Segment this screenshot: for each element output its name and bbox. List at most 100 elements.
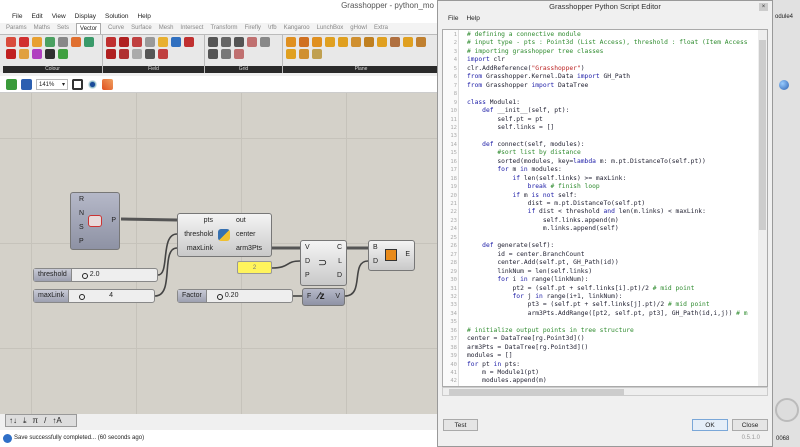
scroll-thumb[interactable] <box>449 389 624 395</box>
tab-curve[interactable]: Curve <box>108 23 124 34</box>
save-icon[interactable] <box>21 78 32 90</box>
tab-lunchbox[interactable]: LunchBox <box>317 23 344 34</box>
component-icon[interactable] <box>377 37 387 47</box>
component-icon[interactable] <box>325 37 335 47</box>
input-port[interactable]: V <box>305 244 310 252</box>
input-port[interactable]: D <box>305 258 310 266</box>
component-icon[interactable] <box>208 37 218 47</box>
component-icon[interactable] <box>234 49 244 59</box>
component-icon[interactable] <box>351 37 361 47</box>
slider-value[interactable]: 0.20 <box>207 290 292 302</box>
input-port[interactable]: P <box>79 238 84 246</box>
sketch-pen-icon[interactable] <box>102 78 113 90</box>
tab-transform[interactable]: Transform <box>210 23 237 34</box>
input-port[interactable]: B <box>373 244 378 252</box>
menu-item-display[interactable]: Display <box>75 11 96 23</box>
preview-eye-icon[interactable] <box>87 78 98 90</box>
bottom-tool-button[interactable]: ↑↓ <box>9 415 17 426</box>
component-icon[interactable] <box>416 37 426 47</box>
tab-ghowl[interactable]: gHowl <box>350 23 367 34</box>
amplitude-component[interactable]: F ⁄z V <box>302 288 345 306</box>
tab-sets[interactable]: Sets <box>57 23 69 34</box>
input-port[interactable]: maxLink <box>187 245 213 253</box>
component-icon[interactable] <box>158 49 168 59</box>
component-icon[interactable] <box>158 37 168 47</box>
menu-item-file[interactable]: File <box>12 11 22 23</box>
menu-item-edit[interactable]: Edit <box>31 11 42 23</box>
input-port[interactable]: D <box>373 258 378 266</box>
component-icon[interactable] <box>119 49 129 59</box>
component-icon[interactable] <box>106 37 116 47</box>
input-port[interactable]: S <box>79 224 84 232</box>
close-button[interactable]: Close <box>732 419 768 431</box>
menu-item-help[interactable]: Help <box>137 11 150 23</box>
component-icon[interactable] <box>299 37 309 47</box>
component-icon[interactable] <box>208 49 218 59</box>
input-port[interactable]: R <box>79 196 84 204</box>
bottom-tool-button[interactable]: / <box>44 415 46 426</box>
component-icon[interactable] <box>312 49 322 59</box>
output-port[interactable]: arm3Pts <box>236 245 262 253</box>
tab-params[interactable]: Params <box>6 23 27 34</box>
component-icon[interactable] <box>403 37 413 47</box>
tab-extra[interactable]: Extra <box>374 23 388 34</box>
component-icon[interactable] <box>58 49 68 59</box>
display-sphere-icon[interactable] <box>779 80 789 90</box>
zoom-dropdown[interactable]: 141% ▾ <box>36 78 68 90</box>
input-port[interactable]: P <box>305 272 310 280</box>
navigation-dial-icon[interactable] <box>775 398 799 422</box>
bottom-tool-button[interactable]: ↑A <box>52 415 61 426</box>
component-icon[interactable] <box>260 37 270 47</box>
slider-value[interactable]: 2.0 <box>72 269 157 281</box>
tab-rfb[interactable]: \rfb <box>268 23 277 34</box>
component-icon[interactable] <box>132 49 142 59</box>
output-port[interactable]: V <box>335 293 340 301</box>
component-icon[interactable] <box>132 37 142 47</box>
input-port[interactable]: F <box>307 293 311 301</box>
component-icon[interactable] <box>58 37 68 47</box>
close-icon[interactable]: × <box>759 3 768 11</box>
component-icon[interactable] <box>390 37 400 47</box>
output-port[interactable]: E <box>405 251 410 259</box>
explode-tree-component[interactable]: B D E <box>368 240 415 271</box>
threshold-slider[interactable]: threshold 2.0 <box>33 268 158 282</box>
tab-maths[interactable]: Maths <box>34 23 50 34</box>
grasshopper-canvas[interactable]: R N S P P pts threshold maxLink out cent… <box>0 93 437 414</box>
component-icon[interactable] <box>364 37 374 47</box>
component-icon[interactable] <box>84 37 94 47</box>
input-port[interactable]: pts <box>204 217 213 225</box>
output-port[interactable]: C <box>337 244 342 252</box>
tab-intersect[interactable]: Intersect <box>180 23 203 34</box>
component-icon[interactable] <box>6 37 16 47</box>
code-editor[interactable]: 1 2 3 4 5 6 7 8 9 10 11 12 13 14 15 16 17 18 19 20 21 22 23 24 2… <box>442 29 768 387</box>
input-port[interactable]: N <box>79 210 84 218</box>
component-icon[interactable] <box>19 37 29 47</box>
component-icon[interactable] <box>6 49 16 59</box>
maxlink-slider[interactable]: maxLink 4 <box>33 289 155 303</box>
editor-menu-help[interactable]: Help <box>466 13 479 24</box>
slider-value[interactable]: 4 <box>69 290 154 302</box>
output-port[interactable]: out <box>236 217 246 225</box>
editor-menu-file[interactable]: File <box>448 13 458 24</box>
bottom-tool-button[interactable]: ⤓ <box>23 415 27 426</box>
output-port[interactable]: D <box>337 272 342 280</box>
tab-vector[interactable]: Vector <box>76 23 102 34</box>
component-icon[interactable] <box>184 37 194 47</box>
open-icon[interactable] <box>6 78 17 90</box>
horizontal-scrollbar[interactable] <box>442 387 768 396</box>
component-icon[interactable] <box>45 49 55 59</box>
test-button[interactable]: Test <box>443 419 478 431</box>
component-icon[interactable] <box>234 37 244 47</box>
component-icon[interactable] <box>32 37 42 47</box>
tab-kangaroo[interactable]: Kangaroo <box>284 23 310 34</box>
component-icon[interactable] <box>45 37 55 47</box>
factor-slider[interactable]: Factor 0.20 <box>177 289 293 303</box>
component-icon[interactable] <box>299 49 309 59</box>
output-port[interactable]: P <box>111 217 116 225</box>
component-icon[interactable] <box>171 37 181 47</box>
output-port[interactable]: center <box>236 231 255 239</box>
menu-item-view[interactable]: View <box>52 11 66 23</box>
populate-points-component[interactable]: R N S P P <box>70 192 120 250</box>
component-icon[interactable] <box>312 37 322 47</box>
component-icon[interactable] <box>145 49 155 59</box>
